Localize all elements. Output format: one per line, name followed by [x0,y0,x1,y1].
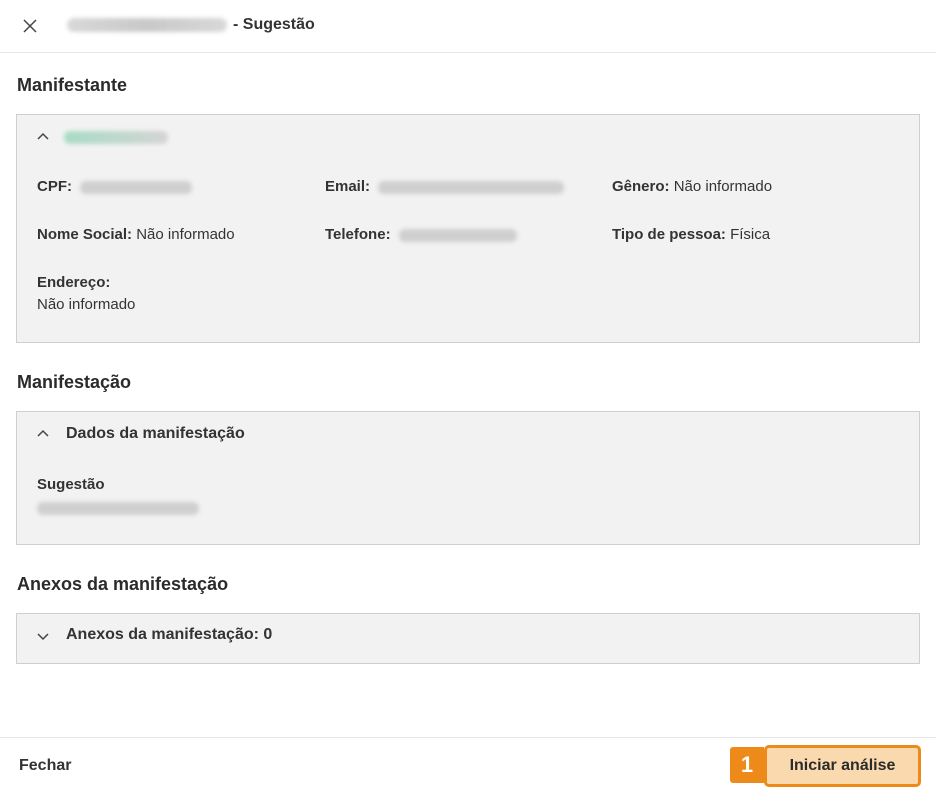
tipo-pessoa-label: Tipo de pessoa: [612,226,726,243]
telefone-label: Telefone: [325,226,391,243]
manifestacao-text-redacted [37,502,199,515]
iniciar-analise-button[interactable]: Iniciar análise [764,745,921,787]
section-title-manifestacao: Manifestação [17,372,132,392]
section-title-anexos: Anexos da manifestação [17,574,229,594]
protocol-number-redacted [67,18,227,32]
email-value-redacted [378,180,565,194]
cpf-value-redacted [80,180,193,194]
genero-field: Gênero: Não informado [612,178,772,195]
cpf-label: CPF: [37,178,72,195]
nome-social-field: Nome Social: Não informado [37,226,235,243]
cpf-field: CPF: [37,178,193,195]
dialog-title: - Sugestão [67,16,315,34]
endereco-value: Não informado [37,296,136,313]
dialog-header: - Sugestão [0,0,936,53]
section-title-manifestante: Manifestante [17,75,128,95]
tipo-pessoa-value: Física [730,226,771,243]
close-icon [23,19,37,33]
genero-label: Gênero: [612,178,670,195]
dados-manifestacao-title[interactable]: Dados da manifestação [66,425,245,443]
chevron-down-icon[interactable] [35,628,51,644]
dialog-title-suffix: - Sugestão [233,16,315,33]
email-label: Email: [325,178,371,195]
manifestante-name-redacted [64,131,168,144]
nome-social-label: Nome Social: [37,226,133,243]
tipo-pessoa-field: Tipo de pessoa: Física [612,226,770,243]
genero-value: Não informado [673,178,773,195]
close-button[interactable] [19,15,41,37]
anexos-panel: Anexos da manifestação: 0 [16,613,920,664]
nome-social-value: Não informado [136,226,235,243]
fechar-button[interactable]: Fechar [19,757,71,775]
telefone-value-redacted [398,228,517,242]
step-number-badge: 1 [730,747,764,783]
anexos-panel-title[interactable]: Anexos da manifestação: 0 [66,626,272,644]
telefone-field: Telefone: [325,226,517,243]
chevron-up-icon[interactable] [35,426,51,442]
endereco-label: Endereço: [37,274,111,291]
manifestacao-type-label: Sugestão [37,476,105,493]
chevron-up-icon[interactable] [35,129,51,145]
email-field: Email: [325,178,565,195]
manifestante-panel: CPF: Email: Gênero: Não informado Nome S… [16,114,920,343]
dados-manifestacao-panel: Dados da manifestação Sugestão [16,411,920,545]
